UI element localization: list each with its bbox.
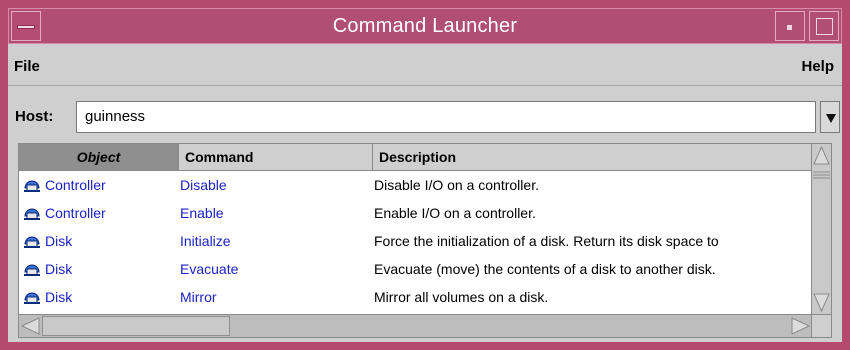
command-cell: Enable: [180, 205, 224, 221]
object-label: Disk: [45, 233, 73, 249]
disk-object-icon: [23, 177, 41, 193]
minimize-icon: [787, 25, 792, 30]
object-cell: Disk: [23, 289, 72, 305]
host-label: Host:: [15, 108, 54, 125]
table-row[interactable]: Controller Disable Disable I/O on a cont…: [19, 171, 812, 199]
column-header-object[interactable]: Object: [19, 144, 179, 171]
scroll-up-arrow-icon[interactable]: [813, 145, 830, 165]
command-table: Object Command Description Controller Di…: [18, 143, 832, 338]
object-cell: Controller: [23, 205, 106, 221]
client-area: File Help Host: guinness Object Command …: [8, 44, 842, 342]
description-cell: Enable I/O on a controller.: [374, 205, 536, 221]
disk-object-icon: [23, 289, 41, 305]
scroll-corner: [811, 314, 831, 337]
object-cell: Controller: [23, 177, 106, 193]
object-label: Controller: [45, 205, 106, 221]
disk-object-icon: [23, 233, 41, 249]
dropdown-arrow-icon: [826, 114, 836, 123]
command-cell: Initialize: [180, 233, 231, 249]
menu-bar: File Help: [8, 44, 842, 86]
maximize-icon: [816, 18, 833, 35]
table-row[interactable]: Disk Evacuate Evacuate (move) the conten…: [19, 255, 812, 283]
menu-file[interactable]: File: [14, 58, 40, 75]
object-label: Disk: [45, 261, 73, 277]
table-row[interactable]: Disk Initialize Force the initialization…: [19, 227, 812, 255]
description-cell: Disable I/O on a controller.: [374, 177, 539, 193]
vertical-scrollbar[interactable]: [811, 144, 831, 315]
table-row[interactable]: Controller Enable Enable I/O on a contro…: [19, 199, 812, 227]
vertical-scroll-thumb[interactable]: [812, 144, 831, 315]
command-launcher-window: Command Launcher File Help Host: guinnes…: [0, 0, 850, 350]
command-cell: Evacuate: [180, 261, 239, 277]
command-cell: Disable: [180, 177, 227, 193]
description-cell: Evacuate (move) the contents of a disk t…: [374, 261, 716, 277]
description-cell: Mirror all volumes on a disk.: [374, 289, 549, 305]
object-cell: Disk: [23, 233, 72, 249]
column-header-command[interactable]: Command: [179, 144, 373, 171]
disk-object-icon: [23, 261, 41, 277]
object-label: Controller: [45, 177, 106, 193]
disk-object-icon: [23, 205, 41, 221]
object-label: Disk: [45, 289, 73, 305]
table-row[interactable]: Disk Mirror Mirror all volumes on a disk…: [19, 283, 812, 311]
maximize-button[interactable]: [809, 11, 839, 41]
minimize-button[interactable]: [775, 11, 805, 41]
scroll-left-arrow-icon[interactable]: [20, 317, 40, 335]
horizontal-scrollbar[interactable]: [19, 314, 812, 337]
object-cell: Disk: [23, 261, 72, 277]
scroll-down-arrow-icon[interactable]: [813, 293, 830, 313]
table-header: Object Command Description: [19, 144, 812, 171]
title-bar[interactable]: Command Launcher: [8, 8, 842, 44]
host-input[interactable]: guinness: [76, 101, 816, 133]
host-dropdown-button[interactable]: [820, 101, 840, 133]
table-body: Controller Disable Disable I/O on a cont…: [19, 171, 812, 313]
description-cell: Force the initialization of a disk. Retu…: [374, 233, 719, 249]
column-header-description[interactable]: Description: [373, 144, 812, 171]
scroll-right-arrow-icon[interactable]: [791, 317, 811, 335]
command-cell: Mirror: [180, 289, 217, 305]
menu-help[interactable]: Help: [801, 58, 834, 75]
horizontal-scroll-thumb[interactable]: [42, 316, 230, 336]
window-title: Command Launcher: [332, 15, 518, 37]
